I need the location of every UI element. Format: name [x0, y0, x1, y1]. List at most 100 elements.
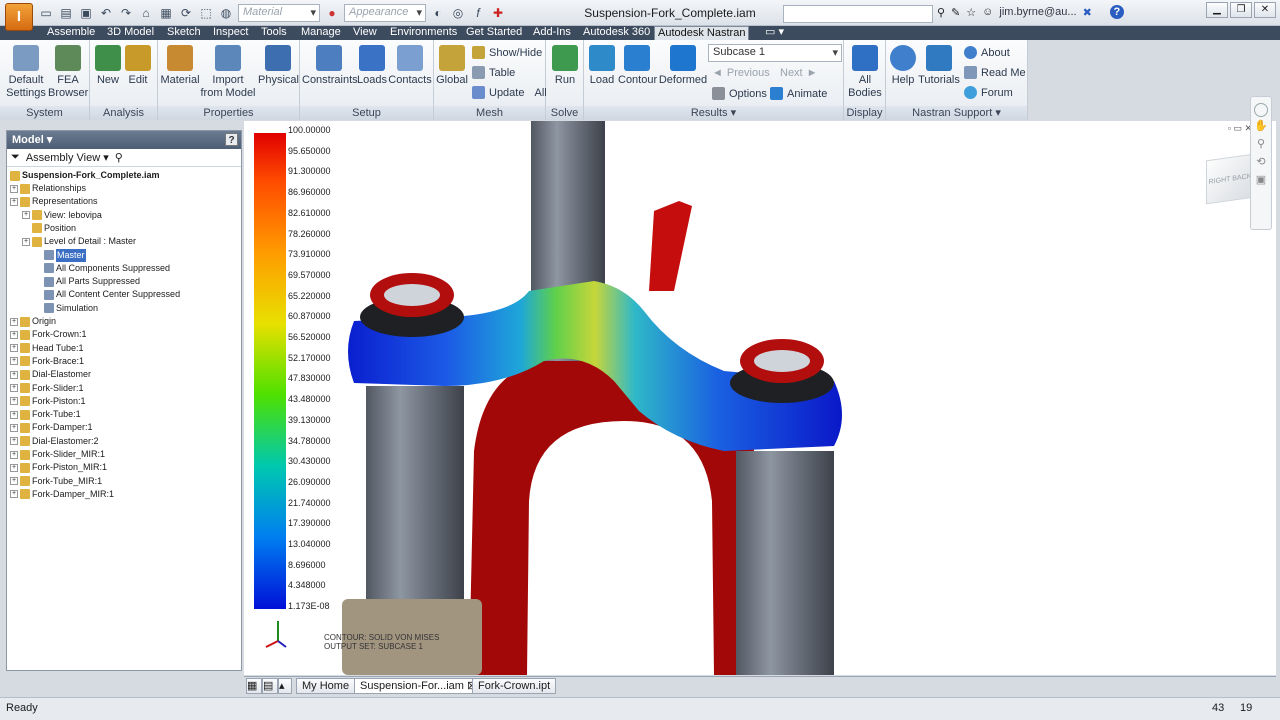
expand-toggle-icon[interactable]: + [10, 450, 18, 459]
update-icon[interactable]: ⟳ [178, 5, 194, 21]
import-from-model-button[interactable]: Import from Model [200, 45, 256, 100]
tab-autodesk-360[interactable]: Autodesk 360 [580, 26, 653, 40]
support-panel-label[interactable]: Nastran Support ▾ [886, 106, 1027, 120]
pan-icon[interactable]: ✋ [1251, 117, 1271, 135]
expand-toggle-icon[interactable]: + [22, 237, 30, 246]
tree-item[interactable]: + Fork-Crown:1 [10, 328, 87, 341]
tree-item[interactable]: + Relationships [10, 182, 86, 195]
expand-toggle-icon[interactable] [34, 277, 42, 286]
tree-item[interactable]: + Dial-Elastomer [10, 368, 91, 381]
tree-item[interactable]: Master [34, 248, 86, 262]
tree-item[interactable]: All Parts Suppressed [34, 275, 140, 288]
all-bodies-button[interactable]: All Bodies [848, 45, 882, 100]
add-icon[interactable]: ✚ [490, 5, 506, 21]
physical-button[interactable]: Physical [258, 45, 299, 87]
tab-view[interactable]: View [350, 26, 380, 40]
default-settings-button[interactable]: Default Settings [6, 45, 46, 100]
close-button[interactable]: ✕ [1254, 2, 1276, 18]
options-button[interactable]: Options [712, 87, 767, 100]
user-name[interactable]: jim.byrne@au... [999, 6, 1076, 18]
show-hide-button[interactable]: Show/Hide [472, 46, 542, 59]
results-panel-label[interactable]: Results ▾ [584, 106, 843, 120]
expand-toggle-icon[interactable]: + [10, 317, 18, 326]
tab-3d-model[interactable]: 3D Model [104, 26, 157, 40]
tile-icon[interactable]: ▦ [246, 678, 262, 694]
expand-toggle-icon[interactable]: + [10, 410, 18, 419]
filter-icon[interactable]: ⏷ [11, 151, 20, 164]
doc-tab-fork-crown[interactable]: Fork-Crown.ipt [472, 678, 557, 694]
forum-button[interactable]: Forum [964, 86, 1013, 99]
deformed-button[interactable]: Deformed [658, 45, 708, 87]
select-icon[interactable]: ⬚ [198, 5, 214, 21]
expand-toggle-icon[interactable] [34, 304, 42, 313]
tab-menu-icon[interactable]: ▴ [278, 678, 292, 694]
viewport-window-controls[interactable]: ▫ ▭ ✕ [1228, 123, 1252, 134]
user-icon[interactable]: ☺ [982, 6, 993, 18]
contour-button[interactable]: Contour [618, 45, 657, 87]
find-binoculars-icon[interactable]: ⚲ [115, 151, 123, 164]
tree-item[interactable]: + Head Tube:1 [10, 342, 84, 355]
tree-item[interactable]: + View: lebovipa [22, 209, 102, 222]
doc-tab-home[interactable]: My Home [296, 678, 356, 694]
material-button[interactable]: Material [160, 45, 200, 87]
tree-item[interactable]: + Fork-Slider:1 [10, 382, 84, 395]
tree-item[interactable]: Position [22, 222, 76, 235]
expand-toggle-icon[interactable] [34, 290, 42, 299]
tree-item[interactable]: + Origin [10, 315, 56, 328]
expand-toggle-icon[interactable]: + [10, 463, 18, 472]
expand-toggle-icon[interactable]: + [10, 477, 18, 486]
tree-item[interactable]: Simulation [34, 302, 98, 315]
fea-browser-button[interactable]: FEA Browser [48, 45, 88, 100]
tab-overflow-icon[interactable]: ▭ ▾ [762, 26, 787, 40]
application-menu-button[interactable]: I [5, 3, 33, 31]
star-icon[interactable]: ☆ [966, 6, 976, 19]
expand-toggle-icon[interactable]: + [10, 197, 18, 206]
maximize-button[interactable]: ❐ [1230, 2, 1252, 18]
tab-sketch[interactable]: Sketch [164, 26, 204, 40]
tree-item[interactable]: + Dial-Elastomer:2 [10, 435, 99, 448]
expand-toggle-icon[interactable]: + [10, 330, 18, 339]
tab-environments[interactable]: Environments [387, 26, 460, 40]
expand-toggle-icon[interactable]: + [10, 384, 18, 392]
search-input[interactable] [783, 5, 933, 23]
tools-icon[interactable]: ✎ [951, 6, 960, 19]
tab-add-ins[interactable]: Add-Ins [530, 26, 574, 40]
tab-assemble[interactable]: Assemble [44, 26, 98, 40]
load-results-button[interactable]: Load [586, 45, 618, 87]
browser-header[interactable]: Model ▾? [7, 131, 241, 149]
exchange-icon[interactable]: ✖ [1083, 6, 1092, 19]
contacts-button[interactable]: Contacts [388, 45, 432, 87]
parameters-icon[interactable]: f [470, 5, 486, 21]
mesh-update-button[interactable]: Update All [472, 86, 547, 99]
tree-item[interactable]: + Fork-Brace:1 [10, 355, 84, 368]
tree-item[interactable]: + Fork-Damper_MIR:1 [10, 488, 114, 501]
browser-help-button[interactable]: ? [225, 133, 238, 146]
previous-button[interactable]: ◄ Previous [712, 67, 770, 79]
tab-get-started[interactable]: Get Started [463, 26, 525, 40]
assembly-view-dropdown[interactable]: Assembly View ▾ [26, 151, 109, 164]
globe-icon[interactable]: ◍ [218, 5, 234, 21]
edit-analysis-button[interactable]: Edit [124, 45, 152, 87]
material-dropdown[interactable]: Material [238, 4, 320, 22]
clear-icon[interactable]: ◎ [450, 5, 466, 21]
tab-autodesk-nastran[interactable]: Autodesk Nastran [654, 26, 750, 40]
expand-toggle-icon[interactable]: + [10, 437, 18, 446]
next-button[interactable]: Next ► [780, 67, 818, 79]
help-button[interactable]: ? [1109, 5, 1124, 19]
graphics-viewport[interactable]: 100.00000 95.650000 91.300000 86.960000 82.6… [244, 121, 1276, 675]
loads-button[interactable]: Loads [356, 45, 388, 87]
expand-toggle-icon[interactable]: + [10, 370, 18, 379]
about-button[interactable]: About [964, 46, 1010, 59]
steering-wheel-icon[interactable] [1254, 103, 1268, 117]
tutorials-button[interactable]: Tutorials [918, 45, 960, 87]
tree-item[interactable]: + Fork-Tube_MIR:1 [10, 475, 102, 488]
expand-toggle-icon[interactable] [34, 264, 42, 273]
cascade-icon[interactable]: ▤ [262, 678, 278, 694]
expand-toggle-icon[interactable]: + [22, 211, 30, 220]
expand-toggle-icon[interactable]: + [10, 357, 18, 366]
tree-item[interactable]: + Fork-Damper:1 [10, 421, 93, 434]
doc-tab-suspension[interactable]: Suspension-For...iam ⊠ [354, 678, 483, 694]
help-ribbon-button[interactable]: Help [888, 45, 918, 87]
tree-item[interactable]: + Fork-Piston_MIR:1 [10, 461, 107, 474]
tab-inspect[interactable]: Inspect [210, 26, 251, 40]
